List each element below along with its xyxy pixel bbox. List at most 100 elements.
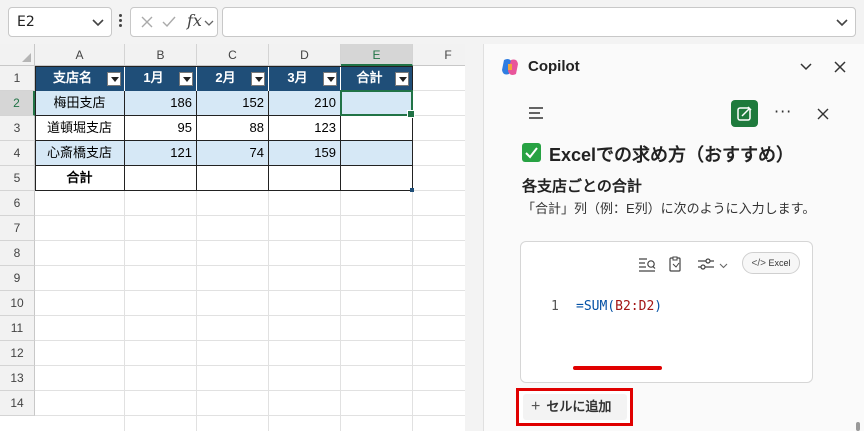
filter-dropdown-icon[interactable] [251,72,265,86]
row-header-9[interactable]: 9 [0,266,35,291]
table-cell[interactable]: 123 [269,116,341,141]
table-header-cell[interactable]: 合計 [341,66,413,91]
row-header-14[interactable]: 14 [0,391,35,416]
column-header-a[interactable]: A [35,44,125,66]
formula-controls: fx [130,7,218,37]
table-header-cell[interactable]: 3月 [269,66,341,91]
table-header-label: 合計 [356,70,383,85]
table-header-label: 1月 [143,70,164,85]
filter-dropdown-icon[interactable] [107,72,121,86]
gridline [35,340,465,341]
row-header-7[interactable]: 7 [0,216,35,241]
total-cell[interactable] [341,166,413,191]
column-header-d[interactable]: D [269,44,341,66]
table-header-cell[interactable]: 1月 [125,66,197,91]
row-header-2[interactable]: 2 [0,91,35,116]
row-header-5[interactable]: 5 [0,166,35,191]
gridline [35,365,465,366]
table-header-cell[interactable]: 2月 [197,66,269,91]
more-options-icon[interactable] [117,12,123,32]
filter-dropdown-icon[interactable] [323,72,337,86]
table-row-label[interactable]: 梅田支店 [35,91,125,116]
filter-dropdown-icon[interactable] [179,72,193,86]
add-to-cell-button[interactable]: + セルに追加 [523,394,627,420]
total-row-label[interactable]: 合計 [35,166,125,191]
row-header-13[interactable]: 13 [0,366,35,391]
table-header-cell[interactable]: 支店名 [35,66,125,91]
column-header-e[interactable]: E [341,44,413,66]
chevron-down-icon[interactable] [91,15,105,29]
enter-icon[interactable] [161,14,177,30]
total-cell[interactable] [125,166,197,191]
table-cell[interactable] [341,116,413,141]
excel-code-button[interactable]: </> Excel [742,252,800,274]
row-header-4[interactable]: 4 [0,141,35,166]
gridline [35,290,465,291]
code-icon: </> [751,258,766,269]
table-header-label: 支店名 [52,70,92,85]
copy-icon[interactable] [667,256,685,272]
table-resize-handle[interactable] [410,188,414,192]
worksheet-grid[interactable]: A B C D E F 1 2 3 4 5 6 7 8 9 10 11 12 13 14 支店名 1月 2月 3月 合計 梅田支店… [0,44,465,431]
table-cell[interactable] [341,141,413,166]
table-cell[interactable]: 159 [269,141,341,166]
chevron-down-icon[interactable] [719,261,728,270]
line-number: 1 [551,299,559,314]
row-header-1[interactable]: 1 [0,66,35,91]
row-header-3[interactable]: 3 [0,116,35,141]
row-header-12[interactable]: 12 [0,341,35,366]
formula-input[interactable] [222,7,856,37]
table-cell[interactable]: 95 [125,116,197,141]
code-block: </> Excel 1 =SUM(B2:D2) [520,241,813,383]
table-cell[interactable] [341,91,413,116]
collapse-icon[interactable] [798,59,814,75]
column-header-b[interactable]: B [125,44,197,66]
gridline [35,390,465,391]
row-header-8[interactable]: 8 [0,241,35,266]
table-cell[interactable]: 74 [197,141,269,166]
settings-sliders-icon[interactable] [697,256,715,272]
table-cell[interactable]: 186 [125,91,197,116]
filter-dropdown-icon[interactable] [395,72,409,86]
copilot-pane: Copilot ··· Excelでの求め方（おすすめ） 各支店ごとの合計 「合… [483,44,864,431]
chevron-down-icon[interactable] [203,17,215,29]
close-chat-icon[interactable] [815,106,831,122]
column-header-c[interactable]: C [197,44,269,66]
gridline [35,215,465,216]
select-all-corner[interactable] [0,44,35,66]
new-chat-button[interactable] [731,100,758,127]
total-cell[interactable] [269,166,341,191]
insert-function-icon[interactable]: fx [187,11,202,30]
pane-splitter[interactable] [465,44,483,431]
table-header-label: 2月 [215,70,236,85]
row-header-10[interactable]: 10 [0,291,35,316]
pane-scrollbar[interactable] [856,422,860,431]
row-header-6[interactable]: 6 [0,191,35,216]
copilot-header: Copilot [484,44,864,90]
cancel-icon[interactable] [139,14,155,30]
table-cell[interactable]: 121 [125,141,197,166]
gridline [35,315,465,316]
table-row-label[interactable]: 道頓堀支店 [35,116,125,141]
table-cell[interactable]: 152 [197,91,269,116]
new-chat-icon [737,106,752,121]
formula-bar: E2 fx [0,0,864,44]
search-doc-icon[interactable] [638,256,656,272]
name-box-value: E2 [17,14,35,30]
add-to-cell-label: セルに追加 [546,399,612,414]
table-row-label[interactable]: 心斎橋支店 [35,141,125,166]
code-formula[interactable]: =SUM(B2:D2) [576,299,662,314]
response-subheading: 各支店ごとの合計 [522,178,642,195]
expand-formula-icon[interactable] [835,15,849,29]
name-box[interactable]: E2 [8,7,112,37]
table-cell[interactable]: 210 [269,91,341,116]
column-header-f[interactable]: F [413,44,465,66]
menu-icon[interactable] [528,106,546,120]
annotation-underline [573,366,662,370]
table-cell[interactable]: 88 [197,116,269,141]
more-icon[interactable]: ··· [774,102,792,121]
row-header-11[interactable]: 11 [0,316,35,341]
close-icon[interactable] [832,59,848,75]
annotation-highlight-box: + セルに追加 [516,388,633,426]
total-cell[interactable] [197,166,269,191]
